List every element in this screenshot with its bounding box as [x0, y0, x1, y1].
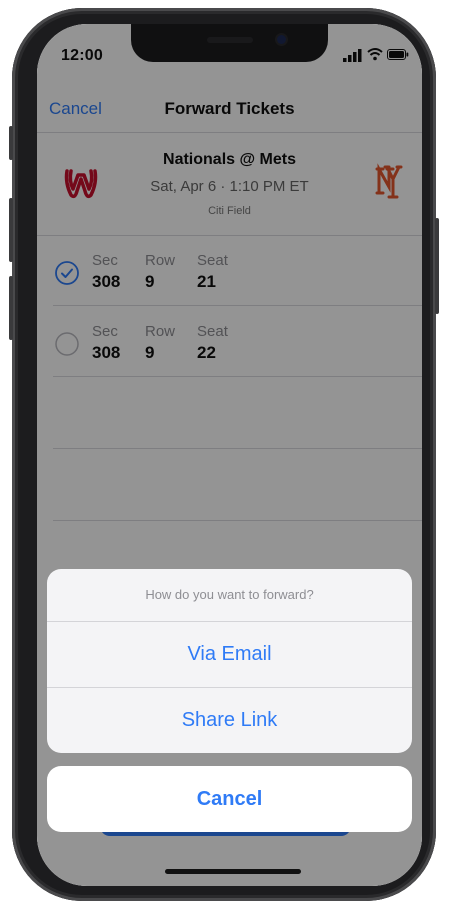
power-button	[435, 218, 439, 314]
modal-backdrop[interactable]	[37, 24, 422, 886]
action-sheet-title: How do you want to forward?	[47, 569, 412, 622]
via-email-button[interactable]: Via Email	[47, 622, 412, 688]
action-sheet-cancel-button[interactable]: Cancel	[47, 766, 412, 832]
volume-up-button	[9, 198, 13, 262]
home-indicator[interactable]	[165, 869, 301, 874]
phone-screen: 12:00 Cancel Forward Tickets Nationals @…	[37, 24, 422, 886]
share-link-button[interactable]: Share Link	[47, 688, 412, 753]
mute-switch	[9, 126, 13, 160]
forward-action-sheet: How do you want to forward? Via Email Sh…	[47, 569, 412, 753]
volume-down-button	[9, 276, 13, 340]
